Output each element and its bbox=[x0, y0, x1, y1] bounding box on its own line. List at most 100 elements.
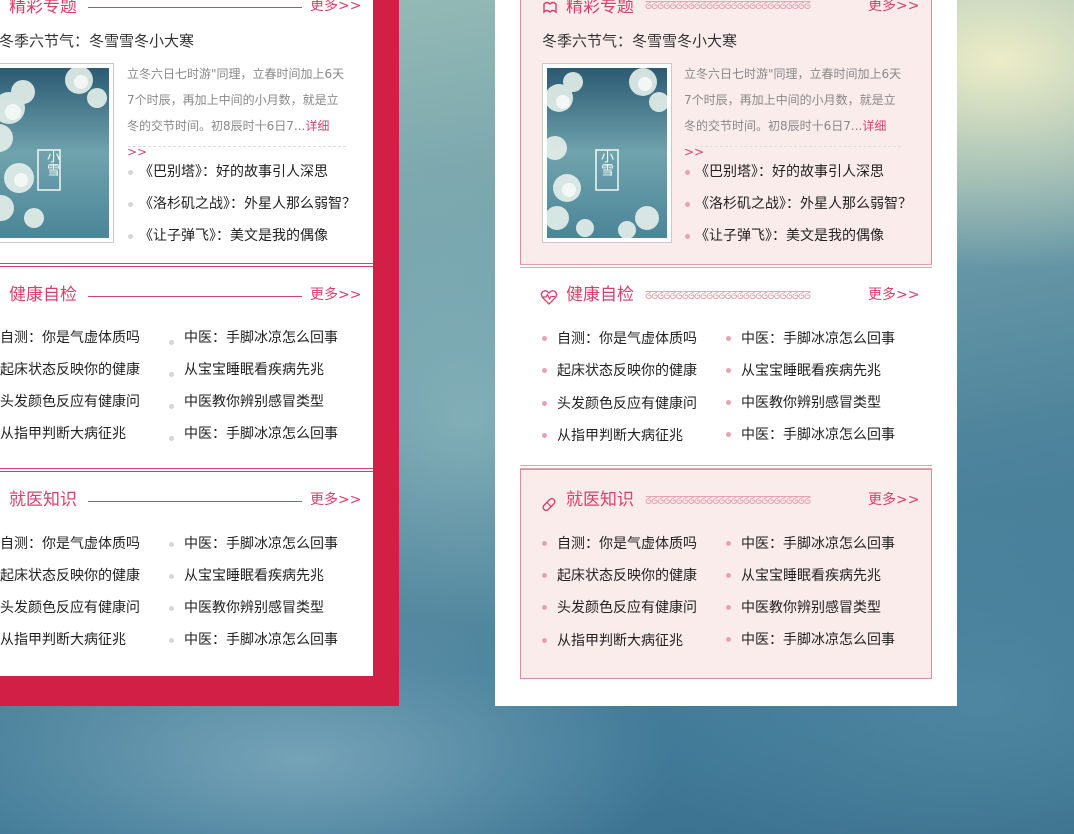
medical-heading: 就医知识 bbox=[9, 490, 77, 510]
bullet-icon bbox=[169, 542, 174, 547]
pill-icon bbox=[542, 497, 556, 512]
bullet-icon bbox=[542, 336, 547, 341]
bullet-icon bbox=[726, 432, 731, 437]
fret-pattern: ᘔᘔᘔᘔᘔᘔᘔᘔᘔᘔᘔᘔᘔᘔᘔᘔᘔᘔᘔᘔᘔᘔᘔᘔᘔᘔᘔ bbox=[645, 0, 811, 12]
medical-more-link[interactable]: 更多>> bbox=[310, 492, 361, 508]
medical-item[interactable]: 从宝宝睡眠看疾病先兆 bbox=[184, 567, 324, 585]
bullet-icon bbox=[169, 606, 174, 611]
bullet-icon bbox=[169, 574, 174, 579]
bullet-icon bbox=[169, 436, 174, 441]
bullet-icon bbox=[685, 234, 690, 239]
medical-more-link[interactable]: 更多>> bbox=[868, 492, 919, 508]
medical-item[interactable]: 自测：你是气虚体质吗 bbox=[557, 535, 697, 553]
section-separator bbox=[0, 263, 373, 267]
health-item[interactable]: 从指甲判断大病征兆 bbox=[0, 425, 126, 443]
bullet-icon bbox=[542, 573, 547, 578]
bullet-icon bbox=[128, 202, 133, 207]
featured-item[interactable]: 《洛杉矶之战》：外星人那么弱智？ bbox=[695, 195, 912, 213]
medical-item[interactable]: 头发颜色反应有健康问 bbox=[557, 599, 697, 617]
medical-item[interactable]: 起床状态反映你的健康 bbox=[0, 567, 140, 585]
thumbnail-caption: 小雪 bbox=[44, 150, 59, 176]
medical-item[interactable]: 从指甲判断大病征兆 bbox=[557, 632, 683, 650]
health-item[interactable]: 中医：手脚冰凉怎么回事 bbox=[184, 329, 338, 347]
bullet-icon bbox=[726, 637, 731, 642]
health-item[interactable]: 从宝宝睡眠看疾病先兆 bbox=[741, 362, 881, 380]
medical-item[interactable]: 中医教你辨别感冒类型 bbox=[741, 599, 881, 617]
health-item[interactable]: 中医教你辨别感冒类型 bbox=[184, 393, 324, 411]
health-item[interactable]: 中医：手脚冰凉怎么回事 bbox=[741, 426, 895, 444]
medical-heading: 就医知识 bbox=[566, 490, 634, 510]
bullet-icon bbox=[542, 638, 547, 643]
featured-more-link[interactable]: 更多>> bbox=[310, 0, 361, 14]
health-heading: 健康自检 bbox=[566, 285, 634, 305]
featured-subtitle[interactable]: 冬季六节气：冬雪雪冬小大寒 bbox=[542, 31, 737, 51]
bullet-icon bbox=[542, 368, 547, 373]
bullet-icon bbox=[169, 372, 174, 377]
heading-rule bbox=[88, 501, 302, 502]
section-separator bbox=[520, 264, 932, 268]
dashed-divider bbox=[695, 146, 901, 147]
health-more-link[interactable]: 更多>> bbox=[868, 287, 919, 303]
heading-rule bbox=[88, 296, 302, 297]
fret-pattern: ᘔᘔᘔᘔᘔᘔᘔᘔᘔᘔᘔᘔᘔᘔᘔᘔᘔᘔᘔᘔᘔᘔᘔᘔᘔᘔᘔ bbox=[645, 495, 811, 507]
medical-item[interactable]: 中医：手脚冰凉怎么回事 bbox=[184, 535, 338, 553]
medical-item[interactable]: 从指甲判断大病征兆 bbox=[0, 631, 126, 649]
heart-pulse-icon bbox=[540, 290, 558, 305]
dashed-divider bbox=[128, 146, 346, 147]
health-item[interactable]: 中医教你辨别感冒类型 bbox=[741, 394, 881, 412]
bullet-icon bbox=[685, 202, 690, 207]
health-heading: 健康自检 bbox=[9, 285, 77, 305]
medical-item[interactable]: 中医：手脚冰凉怎么回事 bbox=[184, 631, 338, 649]
bullet-icon bbox=[726, 605, 731, 610]
featured-item[interactable]: 《巴别塔》：好的故事引人深思 bbox=[695, 163, 884, 181]
featured-heading: 精彩专题 bbox=[9, 0, 77, 17]
featured-summary: 立冬六日七时游"同理，立春时间加上6天7个时辰，再加上中间的小月数，就是立冬的交… bbox=[127, 61, 349, 165]
featured-summary: 立冬六日七时游"同理，立春时间加上6天7个时辰，再加上中间的小月数，就是立冬的交… bbox=[684, 61, 906, 165]
bullet-icon bbox=[542, 433, 547, 438]
bullet-icon bbox=[128, 170, 133, 175]
medical-item[interactable]: 从宝宝睡眠看疾病先兆 bbox=[741, 567, 881, 585]
health-item[interactable]: 中医：手脚冰凉怎么回事 bbox=[184, 425, 338, 443]
heading-rule bbox=[88, 7, 302, 8]
bullet-icon bbox=[685, 170, 690, 175]
featured-subtitle[interactable]: 冬季六节气：冬雪雪冬小大寒 bbox=[0, 31, 194, 51]
medical-item[interactable]: 自测：你是气虚体质吗 bbox=[0, 535, 140, 553]
health-more-link[interactable]: 更多>> bbox=[310, 287, 361, 303]
medical-item[interactable]: 头发颜色反应有健康问 bbox=[0, 599, 140, 617]
health-item[interactable]: 从宝宝睡眠看疾病先兆 bbox=[184, 361, 324, 379]
featured-item[interactable]: 《让子弹飞》：美文是我的偶像 bbox=[695, 227, 884, 245]
bullet-icon bbox=[726, 541, 731, 546]
bullet-icon bbox=[726, 368, 731, 373]
bullet-icon bbox=[128, 234, 133, 239]
bullet-icon bbox=[726, 573, 731, 578]
fret-pattern: ᘔᘔᘔᘔᘔᘔᘔᘔᘔᘔᘔᘔᘔᘔᘔᘔᘔᘔᘔᘔᘔᘔᘔᘔᘔᘔᘔ bbox=[645, 290, 811, 302]
bullet-icon bbox=[542, 401, 547, 406]
book-icon bbox=[543, 1, 557, 14]
right-panel: 精彩专题 ᘔᘔᘔᘔᘔᘔᘔᘔᘔᘔᘔᘔᘔᘔᘔᘔᘔᘔᘔᘔᘔᘔᘔᘔᘔᘔᘔ 更多>> 冬季… bbox=[495, 0, 957, 706]
health-item[interactable]: 自测：你是气虚体质吗 bbox=[557, 330, 697, 348]
featured-item[interactable]: 《让子弹飞》：美文是我的偶像 bbox=[139, 227, 328, 245]
health-item[interactable]: 头发颜色反应有健康问 bbox=[0, 393, 140, 411]
featured-item[interactable]: 《巴别塔》：好的故事引人深思 bbox=[139, 163, 328, 181]
featured-heading: 精彩专题 bbox=[566, 0, 634, 17]
bullet-icon bbox=[169, 404, 174, 409]
bullet-icon bbox=[542, 605, 547, 610]
health-item[interactable]: 自测：你是气虚体质吗 bbox=[0, 329, 140, 347]
health-item[interactable]: 起床状态反映你的健康 bbox=[0, 361, 140, 379]
bullet-icon bbox=[169, 638, 174, 643]
health-item[interactable]: 头发颜色反应有健康问 bbox=[557, 395, 697, 413]
medical-item[interactable]: 起床状态反映你的健康 bbox=[557, 567, 697, 585]
bullet-icon bbox=[542, 541, 547, 546]
bullet-icon bbox=[169, 340, 174, 345]
featured-item[interactable]: 《洛杉矶之战》：外星人那么弱智？ bbox=[139, 195, 356, 213]
medical-item[interactable]: 中医：手脚冰凉怎么回事 bbox=[741, 535, 895, 553]
health-item[interactable]: 中医：手脚冰凉怎么回事 bbox=[741, 330, 895, 348]
section-separator bbox=[0, 468, 373, 472]
thumbnail-caption: 小雪 bbox=[598, 150, 613, 176]
health-item[interactable]: 起床状态反映你的健康 bbox=[557, 362, 697, 380]
bullet-icon bbox=[726, 336, 731, 341]
health-item[interactable]: 从指甲判断大病征兆 bbox=[557, 427, 683, 445]
featured-more-link[interactable]: 更多>> bbox=[868, 0, 919, 14]
medical-item[interactable]: 中医：手脚冰凉怎么回事 bbox=[741, 631, 895, 649]
medical-item[interactable]: 中医教你辨别感冒类型 bbox=[184, 599, 324, 617]
